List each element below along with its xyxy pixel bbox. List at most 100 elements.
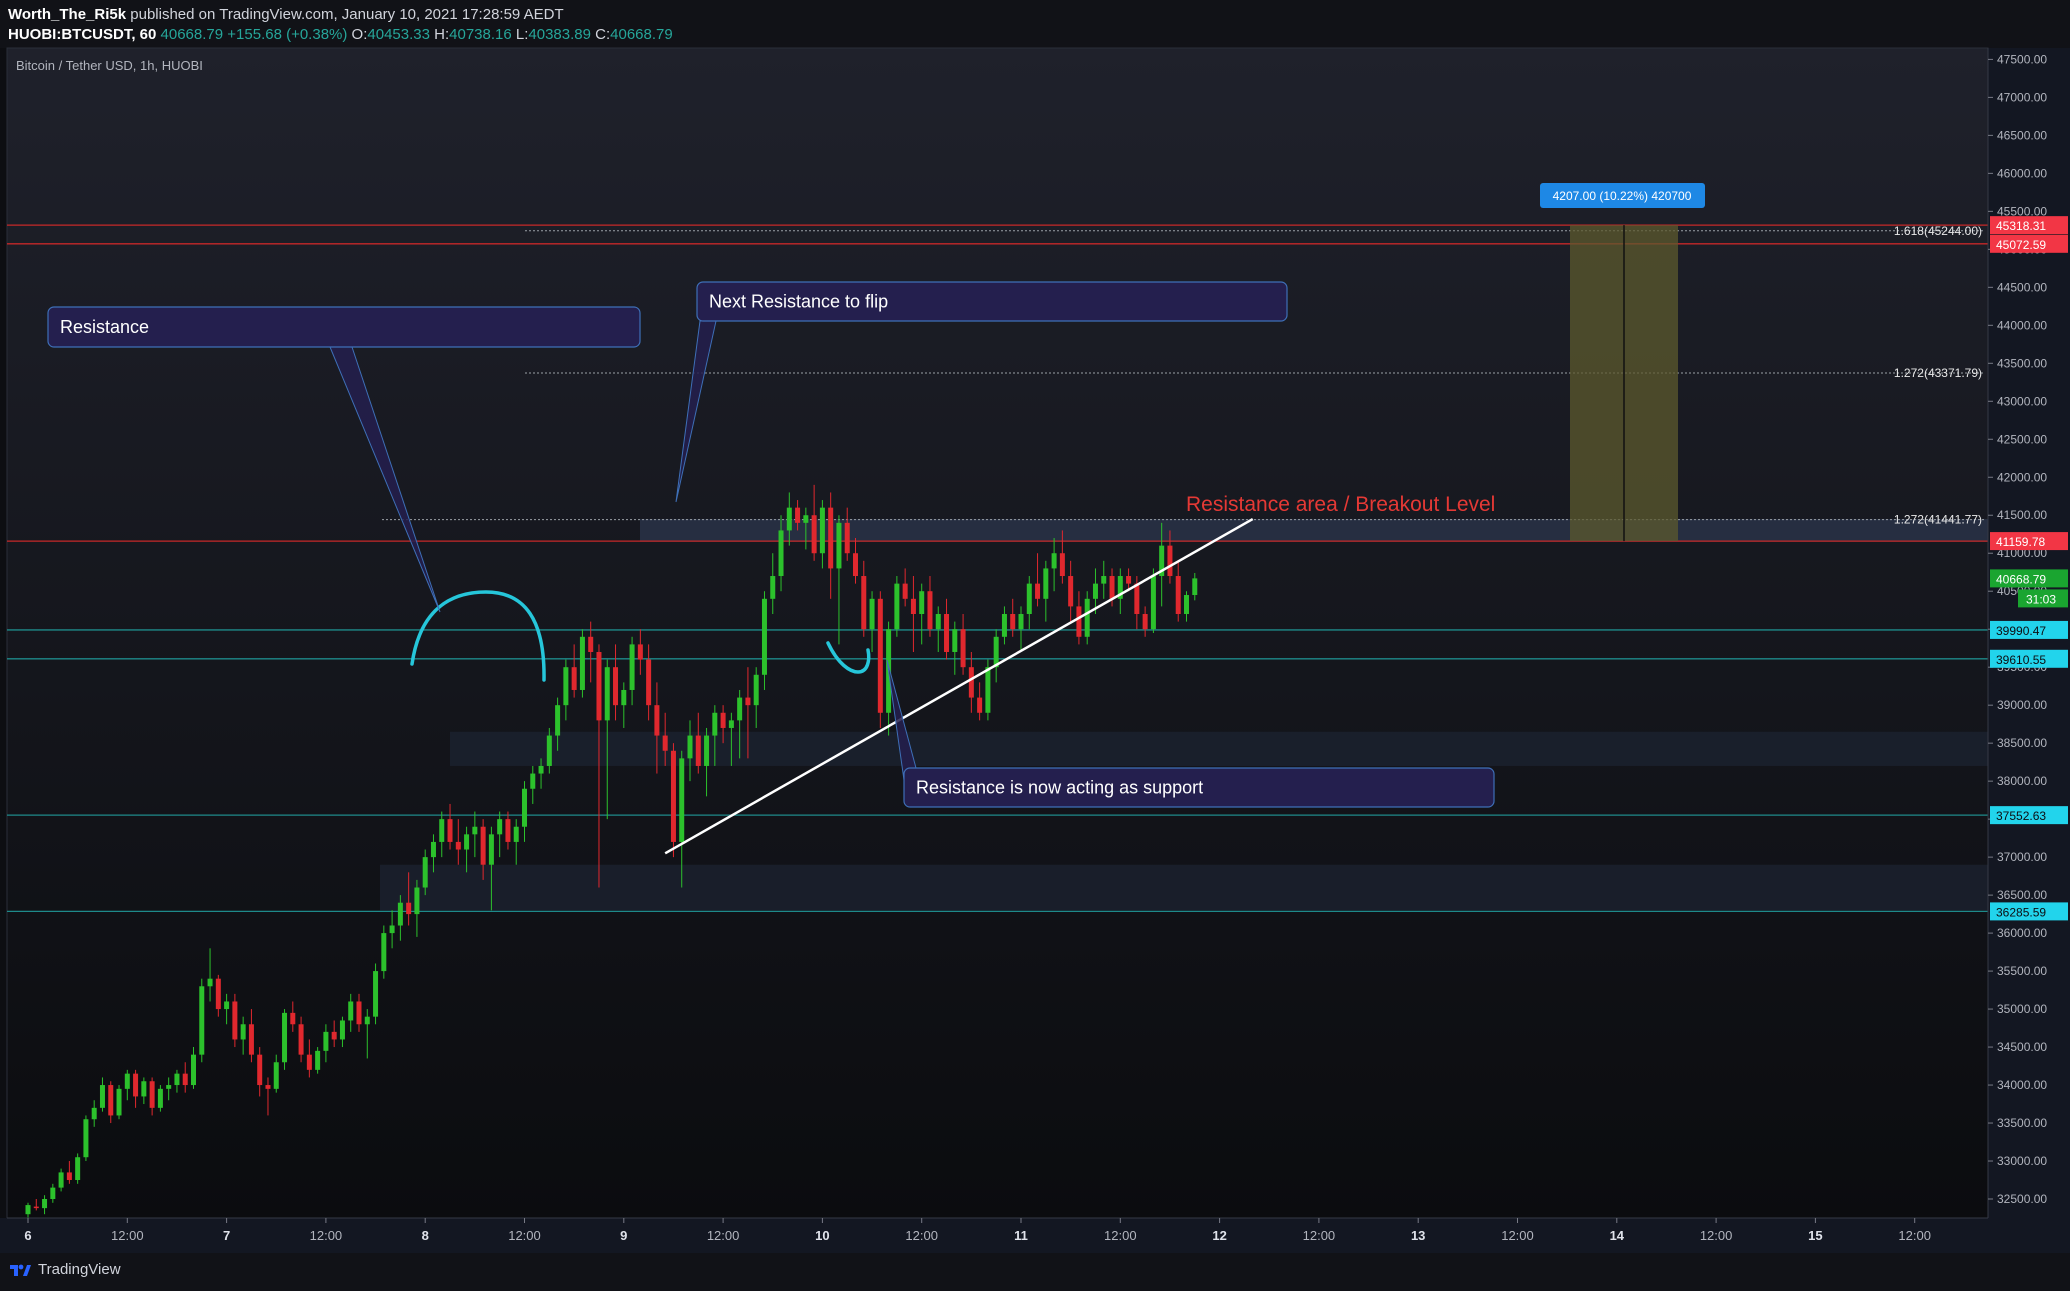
candle-body — [770, 576, 776, 599]
time-tick-label: 13 — [1411, 1228, 1425, 1243]
price-tick-label: 36500.00 — [1997, 888, 2047, 902]
candle-body — [124, 1073, 130, 1089]
candle-body — [42, 1199, 48, 1209]
time-tick-label: 12:00 — [707, 1228, 740, 1243]
candle-body — [1084, 598, 1090, 637]
candle-body — [894, 583, 900, 630]
candle-body — [406, 902, 412, 915]
candle-body — [778, 530, 784, 577]
candle-body — [331, 1031, 337, 1040]
candle-body — [1059, 553, 1065, 577]
price-tick-label: 42500.00 — [1997, 432, 2047, 446]
candle-body — [273, 1062, 279, 1089]
candle-body — [298, 1024, 304, 1055]
price-tick-label: 34000.00 — [1997, 1078, 2047, 1092]
candle[interactable] — [199, 978, 205, 1063]
time-tick-label: 10 — [815, 1228, 829, 1243]
callout-text: Resistance — [60, 317, 149, 337]
candle-body — [687, 735, 693, 759]
candle[interactable] — [232, 993, 238, 1048]
candle-body — [985, 667, 991, 713]
candle-body — [761, 598, 767, 675]
candle-body — [348, 1001, 354, 1021]
candle[interactable] — [894, 576, 900, 637]
candle-body — [381, 933, 387, 972]
time-tick-label: 12:00 — [905, 1228, 938, 1243]
price-tick-label: 46500.00 — [1997, 128, 2047, 142]
candle-body — [91, 1107, 97, 1120]
candle-body — [604, 667, 610, 721]
candle[interactable] — [579, 629, 585, 698]
price-level-badge-label: 45072.59 — [1996, 238, 2046, 252]
price-tick-label: 47500.00 — [1997, 52, 2047, 66]
candle[interactable] — [116, 1085, 122, 1120]
candle-body — [1018, 614, 1024, 630]
candle-body — [1184, 595, 1189, 615]
candle[interactable] — [1150, 568, 1156, 633]
price-level-badge-label: 37552.63 — [1996, 809, 2046, 823]
time-tick-label: 15 — [1808, 1228, 1822, 1243]
candle-body — [836, 522, 842, 569]
candle-body — [522, 788, 527, 827]
candle-body — [629, 644, 635, 690]
shaded-zone — [640, 519, 1988, 542]
countdown-label: 31:03 — [2026, 592, 2056, 606]
candle-body — [712, 712, 718, 736]
candle-body — [99, 1085, 105, 1108]
candle-body — [646, 659, 652, 706]
time-tick-label: 11 — [1014, 1228, 1028, 1243]
candle-body — [174, 1073, 180, 1086]
candle-body — [935, 614, 941, 630]
candle-body — [844, 522, 850, 554]
candle-body — [728, 720, 734, 728]
candle-body — [613, 667, 619, 706]
time-tick-label: 14 — [1610, 1228, 1625, 1243]
candle[interactable] — [1084, 591, 1090, 645]
candle-body — [364, 1016, 370, 1025]
price-tick-label: 38500.00 — [1997, 736, 2047, 750]
projection-label: 4207.00 (10.22%) 420700 — [1553, 189, 1692, 203]
tradingview-brand[interactable]: TradingView — [8, 1261, 121, 1278]
candle[interactable] — [315, 1047, 321, 1074]
candle-body — [488, 834, 494, 865]
candle-body — [753, 674, 759, 706]
candle-body — [240, 1024, 246, 1040]
time-tick-label: 12:00 — [1303, 1228, 1336, 1243]
time-tick-label: 9 — [620, 1228, 627, 1243]
candle-body — [232, 1001, 238, 1040]
time-tick-label: 8 — [422, 1228, 429, 1243]
fib-level-label: 1.618(45244.00) — [1894, 224, 1982, 238]
candle-body — [977, 697, 983, 713]
plot-area[interactable] — [6, 47, 1989, 1219]
candle-body — [339, 1020, 345, 1040]
candle-body — [596, 651, 602, 721]
candle-body — [505, 819, 511, 842]
time-tick-label: 12:00 — [508, 1228, 541, 1243]
candle-body — [133, 1073, 139, 1097]
candle-body — [538, 765, 544, 774]
candle-body — [108, 1085, 114, 1116]
time-tick-label: 7 — [223, 1228, 230, 1243]
candle[interactable] — [157, 1085, 163, 1112]
candle-body — [819, 507, 825, 554]
candle-body — [1051, 553, 1057, 569]
candle[interactable] — [670, 743, 676, 858]
candle-body — [1076, 606, 1082, 637]
price-chart[interactable]: Bitcoin / Tether USD, 1h, HUOBI 1.618(452… — [0, 0, 2070, 1291]
candle-body — [828, 507, 834, 569]
candle-body — [50, 1187, 56, 1200]
candle[interactable] — [373, 963, 379, 1025]
candle-body — [853, 553, 858, 577]
price-tick-label: 44500.00 — [1997, 280, 2047, 294]
candle[interactable] — [381, 925, 387, 979]
candle-body — [530, 773, 536, 789]
candle-body — [290, 1012, 296, 1025]
candle[interactable] — [877, 591, 883, 728]
candle-body — [306, 1054, 312, 1070]
candle-body — [1043, 568, 1049, 599]
candle[interactable] — [282, 1009, 288, 1070]
price-tick-label: 39000.00 — [1997, 698, 2047, 712]
candle[interactable] — [75, 1153, 81, 1184]
brand-label: TradingView — [38, 1261, 121, 1278]
candle[interactable] — [83, 1115, 89, 1162]
